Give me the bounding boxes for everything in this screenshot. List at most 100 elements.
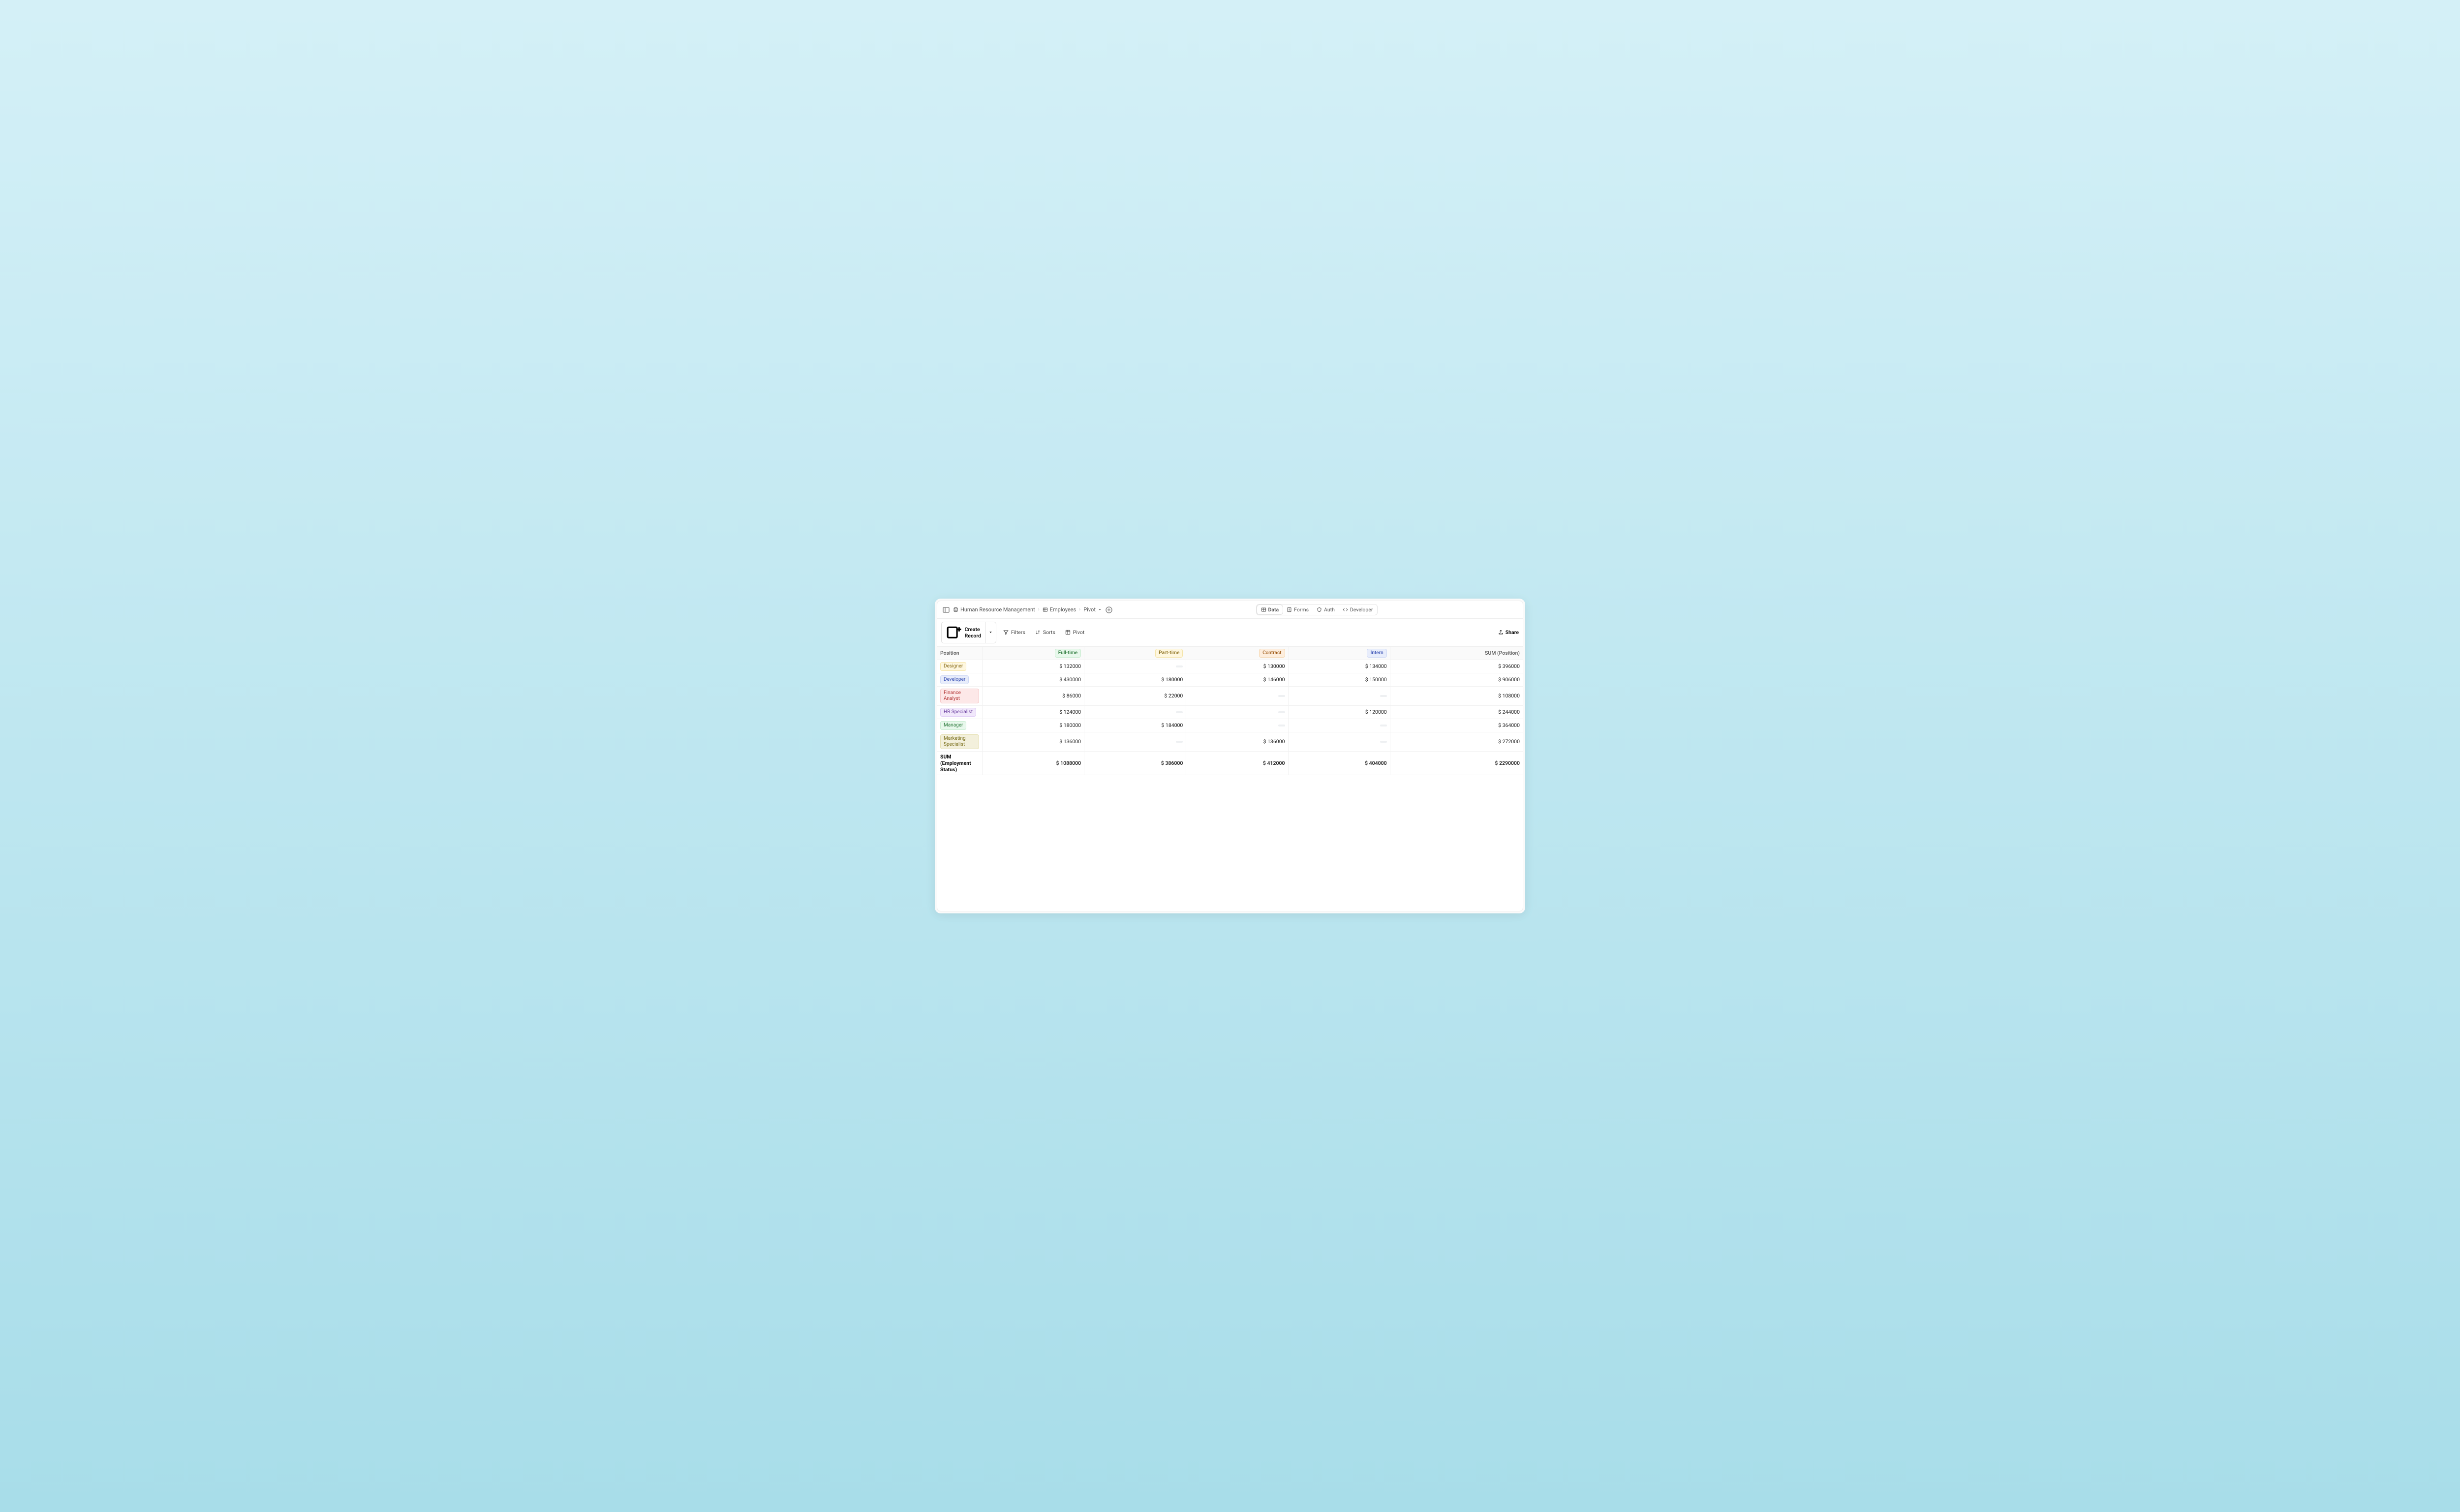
grid-icon — [1261, 607, 1266, 612]
pivot-header-row: Position Full-time Part-time Contract In… — [937, 647, 1523, 660]
pivot-button[interactable]: Pivot — [1062, 627, 1088, 637]
pivot-data-row: Designer$ 132000$ 130000$ 134000$ 396000 — [937, 660, 1523, 673]
pivot-value-cell[interactable] — [1084, 706, 1186, 719]
create-record-caret[interactable] — [985, 622, 996, 643]
pivot-col-header[interactable]: Contract — [1186, 647, 1288, 660]
pivot-row-sum-cell: $ 364000 — [1390, 719, 1523, 732]
tab-data[interactable]: Data — [1257, 605, 1283, 614]
sorts-label: Sorts — [1043, 629, 1055, 635]
pivot-row-sum-cell: $ 244000 — [1390, 706, 1523, 719]
add-view-button[interactable] — [1105, 606, 1113, 614]
pivot-total-cell: $ 1088000 — [983, 752, 1084, 775]
pivot-table: Position Full-time Part-time Contract In… — [937, 647, 1523, 911]
create-record-split: Create Record — [941, 622, 996, 643]
empty-placeholder — [1176, 665, 1183, 667]
pivot-total-row: SUM (Employment Status) $ 1088000 $ 3860… — [937, 752, 1523, 775]
empty-placeholder — [1380, 695, 1387, 697]
pivot-row-label-cell[interactable]: Finance Analyst — [937, 687, 983, 705]
tab-developer[interactable]: Developer — [1339, 605, 1377, 614]
empty-placeholder — [1176, 711, 1183, 713]
pivot-value-cell[interactable]: $ 430000 — [983, 673, 1084, 686]
share-button[interactable]: Share — [1498, 629, 1519, 635]
empty-placeholder — [1278, 695, 1285, 697]
pivot-value-cell[interactable] — [1289, 732, 1390, 751]
pivot-row-label-cell[interactable]: Designer — [937, 660, 983, 673]
pivot-value-cell[interactable]: $ 124000 — [983, 706, 1084, 719]
pivot-value-cell[interactable] — [1186, 706, 1288, 719]
pivot-value-cell[interactable] — [1186, 719, 1288, 732]
pivot-value-cell[interactable]: $ 150000 — [1289, 673, 1390, 686]
create-record-button[interactable]: Create Record — [942, 622, 985, 643]
status-badge: Contract — [1259, 649, 1285, 658]
pivot-total-cell: $ 404000 — [1289, 752, 1390, 775]
breadcrumb-base[interactable]: Human Resource Management — [953, 606, 1035, 613]
database-icon — [953, 607, 958, 612]
pivot-value-cell[interactable]: $ 134000 — [1289, 660, 1390, 673]
pivot-data-row: Finance Analyst$ 86000$ 22000$ 108000 — [937, 687, 1523, 706]
pivot-icon — [1065, 630, 1071, 635]
pivot-value-cell[interactable] — [1186, 687, 1288, 705]
pivot-row-label-cell[interactable]: Manager — [937, 719, 983, 732]
tab-auth[interactable]: Auth — [1313, 605, 1339, 614]
filter-icon — [1003, 630, 1009, 635]
status-badge: Full-time — [1055, 649, 1081, 658]
breadcrumb-table[interactable]: Employees — [1043, 606, 1076, 613]
sort-icon — [1035, 630, 1041, 635]
position-badge: Designer — [940, 662, 966, 671]
sidebar-toggle-icon[interactable] — [942, 606, 950, 614]
pivot-value-cell[interactable]: $ 120000 — [1289, 706, 1390, 719]
tab-developer-label: Developer — [1350, 606, 1373, 613]
header-bar: Human Resource Management › Employees › … — [937, 601, 1523, 619]
tab-forms[interactable]: Forms — [1283, 605, 1313, 614]
pivot-row-label-cell[interactable]: Developer — [937, 673, 983, 686]
pivot-value-cell[interactable]: $ 184000 — [1084, 719, 1186, 732]
pivot-sum-row-header: SUM (Employment Status) — [937, 752, 983, 775]
code-icon — [1343, 607, 1348, 612]
pivot-value-cell[interactable] — [1084, 732, 1186, 751]
status-badge: Part-time — [1155, 649, 1183, 658]
chevron-down-icon — [1098, 607, 1102, 612]
pivot-value-cell[interactable]: $ 136000 — [983, 732, 1084, 751]
pivot-col-header[interactable]: Full-time — [983, 647, 1084, 660]
empty-placeholder — [1176, 741, 1183, 743]
pivot-value-cell[interactable]: $ 22000 — [1084, 687, 1186, 705]
filters-button[interactable]: Filters — [1000, 627, 1028, 637]
empty-placeholder — [1278, 725, 1285, 726]
share-icon — [1498, 630, 1504, 635]
tab-auth-label: Auth — [1324, 606, 1335, 613]
pivot-total-cell: $ 412000 — [1186, 752, 1288, 775]
pivot-col-header[interactable]: Part-time — [1084, 647, 1186, 660]
position-badge: HR Specialist — [940, 708, 976, 717]
pivot-value-cell[interactable]: $ 86000 — [983, 687, 1084, 705]
pivot-row-sum-cell: $ 272000 — [1390, 732, 1523, 751]
breadcrumb-base-label: Human Resource Management — [960, 606, 1035, 613]
pivot-value-cell[interactable]: $ 146000 — [1186, 673, 1288, 686]
pivot-row-label-cell[interactable]: HR Specialist — [937, 706, 983, 719]
sorts-button[interactable]: Sorts — [1032, 627, 1058, 637]
pivot-value-cell[interactable] — [1084, 660, 1186, 673]
pivot-row-label-cell[interactable]: Marketing Specialist — [937, 732, 983, 751]
pivot-value-cell[interactable]: $ 136000 — [1186, 732, 1288, 751]
breadcrumb: Human Resource Management › Employees › … — [953, 606, 1113, 614]
pivot-value-cell[interactable] — [1289, 687, 1390, 705]
breadcrumb-view[interactable]: Pivot — [1083, 606, 1102, 613]
pivot-value-cell[interactable]: $ 132000 — [983, 660, 1084, 673]
create-record-label: Create Record — [965, 626, 981, 639]
pivot-value-cell[interactable]: $ 130000 — [1186, 660, 1288, 673]
app-inner: Human Resource Management › Employees › … — [937, 601, 1523, 911]
pivot-grand-total-cell: $ 2290000 — [1390, 752, 1523, 775]
pivot-col-header[interactable]: Intern — [1289, 647, 1390, 660]
position-badge: Marketing Specialist — [940, 734, 979, 749]
pivot-value-cell[interactable]: $ 180000 — [1084, 673, 1186, 686]
tab-forms-label: Forms — [1294, 606, 1309, 613]
pivot-value-cell[interactable] — [1289, 719, 1390, 732]
empty-placeholder — [1380, 725, 1387, 726]
pivot-value-cell[interactable]: $ 180000 — [983, 719, 1084, 732]
view-mode-tabs: Data Forms Auth Developer — [1256, 604, 1378, 615]
filters-label: Filters — [1011, 629, 1025, 635]
position-badge: Developer — [940, 675, 969, 684]
table-icon — [1043, 607, 1048, 612]
pivot-row-sum-cell: $ 906000 — [1390, 673, 1523, 686]
pivot-sum-col-header[interactable]: SUM (Position) — [1390, 647, 1523, 660]
pivot-row-dimension-header[interactable]: Position — [937, 647, 983, 660]
